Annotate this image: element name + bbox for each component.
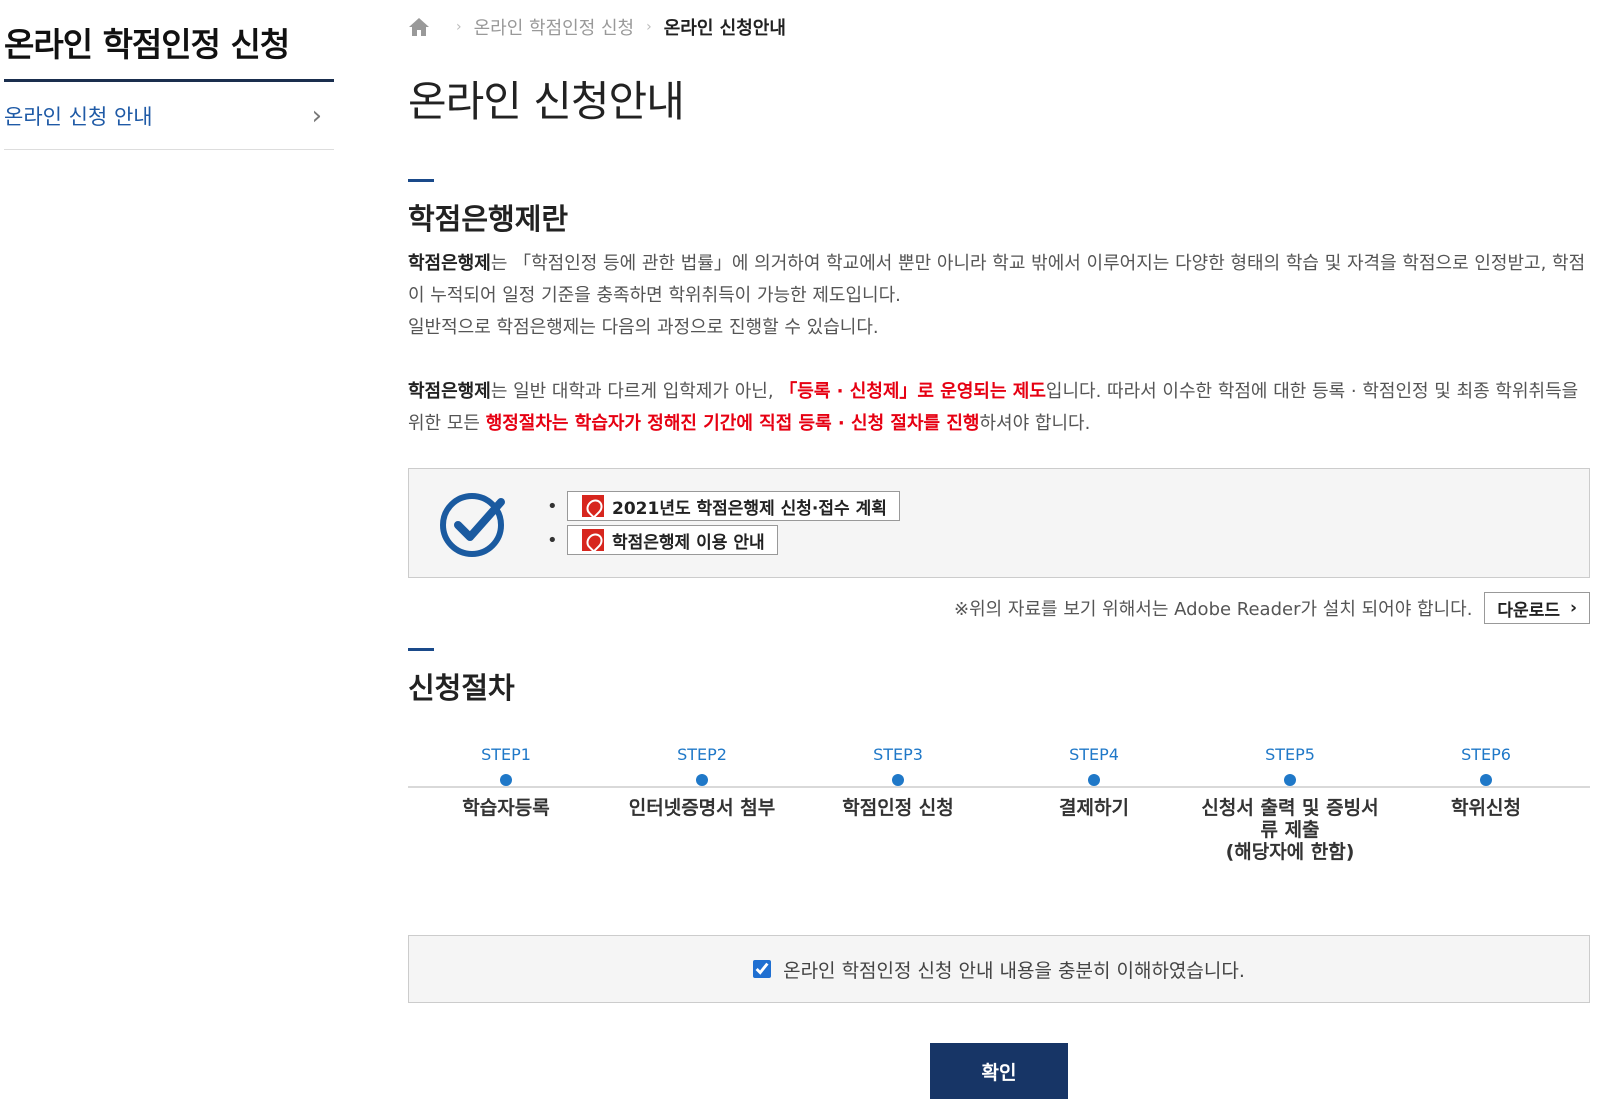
step-label: STEP5	[1265, 745, 1315, 764]
bullet: •	[547, 495, 558, 517]
step-dot	[1088, 774, 1100, 786]
step-label: STEP6	[1461, 745, 1511, 764]
list-item: • 학점은행제 이용 안내	[547, 525, 900, 555]
confirm-button[interactable]: 확인	[930, 1043, 1068, 1099]
system-text-c: 하셔야 합니다.	[979, 413, 1091, 434]
intro-line2: 일반적으로 학점은행제는 다음의 과정으로 진행할 수 있습니다.	[408, 317, 879, 338]
sidebar-item-online-guide[interactable]: 온라인 신청 안내 ›	[4, 82, 334, 150]
step-5: STEP5 신청서 출력 및 증빙서 류 제출 (해당자에 한함)	[1192, 745, 1388, 863]
step-name: 학점인정 신청	[842, 797, 954, 819]
section-bar	[408, 648, 434, 651]
step-name: 신청서 출력 및 증빙서 류 제출 (해당자에 한함)	[1201, 797, 1379, 863]
step-6: STEP6 학위신청	[1388, 745, 1584, 819]
step-4: STEP4 결제하기	[996, 745, 1192, 819]
step-dot	[1480, 774, 1492, 786]
breadcrumb: › 온라인 학점인정 신청 › 온라인 신청안내	[408, 0, 1590, 54]
agreement-box[interactable]: 온라인 학점인정 신청 안내 내용을 충분히 이해하였습니다.	[408, 935, 1590, 1003]
breadcrumb-separator-icon: ›	[456, 19, 462, 35]
step-3: STEP3 학점인정 신청	[800, 745, 996, 819]
term-bold: 학점은행제	[408, 253, 491, 274]
sidebar: 온라인 학점인정 신청 온라인 신청 안내 ›	[4, 0, 334, 150]
section-title: 신청절차	[408, 671, 515, 705]
doc-label: 2021년도 학점은행제 신청·접수 계획	[612, 498, 887, 519]
bullet: •	[547, 529, 558, 551]
breadcrumb-item[interactable]: 온라인 학점인정 신청	[474, 14, 634, 40]
page-title: 온라인 신청안내	[408, 77, 685, 126]
pdf-icon	[582, 529, 604, 551]
step-name: 인터넷증명서 첨부	[628, 797, 776, 819]
adobe-note: ※위의 자료를 보기 위해서는 Adobe Reader가 설치 되어야 합니다…	[954, 599, 1473, 620]
section-bar	[408, 179, 434, 182]
agreement-label: 온라인 학점인정 신청 안내 내용을 충분히 이해하였습니다.	[783, 959, 1245, 982]
chevron-right-icon: ›	[1569, 598, 1577, 618]
step-name: 결제하기	[1059, 797, 1129, 819]
step-label: STEP3	[873, 745, 923, 764]
section-procedure: 신청절차 STEP1 학습자등록 STEP2 인터넷증명서 첨부 STEP3 학…	[408, 648, 1590, 895]
section-title: 학점은행제란	[408, 202, 569, 236]
term-bold: 학점은행제	[408, 381, 491, 402]
step-dot	[892, 774, 904, 786]
step-timeline: STEP1 학습자등록 STEP2 인터넷증명서 첨부 STEP3 학점인정 신…	[408, 745, 1590, 895]
intro-paragraph: 학점은행제는 「학점인정 등에 관한 법률」에 의거하여 학교에서 뿐만 아니라…	[408, 248, 1590, 344]
agreement-checkbox[interactable]	[753, 960, 772, 978]
pdf-download-guide[interactable]: 학점은행제 이용 안내	[567, 525, 778, 555]
pdf-icon	[582, 495, 604, 517]
step-label: STEP1	[481, 745, 531, 764]
step-name: 학위신청	[1451, 797, 1521, 819]
highlight-text: 행정절차는 학습자가 정해진 기간에 직접 등록 · 신청 절차를 진행	[485, 413, 980, 434]
document-list: • 2021년도 학점은행제 신청·접수 계획 • 학점은행제 이용 안내	[547, 487, 900, 559]
pdf-download-plan[interactable]: 2021년도 학점은행제 신청·접수 계획	[567, 491, 900, 521]
step-dot	[1284, 774, 1296, 786]
step-2: STEP2 인터넷증명서 첨부	[604, 745, 800, 819]
sidebar-title: 온라인 학점인정 신청	[4, 0, 334, 82]
system-text-a: 는 일반 대학과 다르게 입학제가 아닌,	[490, 381, 780, 402]
check-circle-icon	[440, 493, 505, 557]
adobe-note-row: ※위의 자료를 보기 위해서는 Adobe Reader가 설치 되어야 합니다…	[408, 592, 1590, 624]
breadcrumb-current: 온라인 신청안내	[663, 18, 786, 39]
sidebar-item-label: 온라인 신청 안내	[4, 104, 153, 129]
list-item: • 2021년도 학점은행제 신청·접수 계획	[547, 491, 900, 521]
home-icon[interactable]	[408, 17, 430, 37]
step-1: STEP1 학습자등록	[408, 745, 604, 819]
system-paragraph: 학점은행제는 일반 대학과 다르게 입학제가 아닌, 「등록 · 신청제」로 운…	[408, 376, 1590, 440]
step-name: 학습자등록	[462, 797, 550, 819]
breadcrumb-separator-icon: ›	[646, 19, 652, 35]
intro-text: 는 「학점인정 등에 관한 법률」에 의거하여 학교에서 뿐만 아니라 학교 밖…	[408, 253, 1586, 306]
chevron-right-icon: ›	[311, 100, 322, 131]
step-label: STEP2	[677, 745, 727, 764]
highlight-text: 「등록 · 신청제」로 운영되는 제도	[779, 381, 1046, 402]
main-content: › 온라인 학점인정 신청 › 온라인 신청안내 온라인 신청안내 학점은행제란…	[408, 0, 1590, 1099]
step-label: STEP4	[1069, 745, 1119, 764]
document-box: • 2021년도 학점은행제 신청·접수 계획 • 학점은행제 이용 안내	[408, 468, 1590, 578]
doc-label: 학점은행제 이용 안내	[612, 532, 765, 553]
download-label: 다운로드	[1497, 600, 1560, 621]
step-dot	[500, 774, 512, 786]
step-dot	[696, 774, 708, 786]
section-credit-bank: 학점은행제란 학점은행제는 「학점인정 등에 관한 법률」에 의거하여 학교에서…	[408, 179, 1590, 624]
download-button[interactable]: 다운로드 ›	[1484, 592, 1590, 624]
